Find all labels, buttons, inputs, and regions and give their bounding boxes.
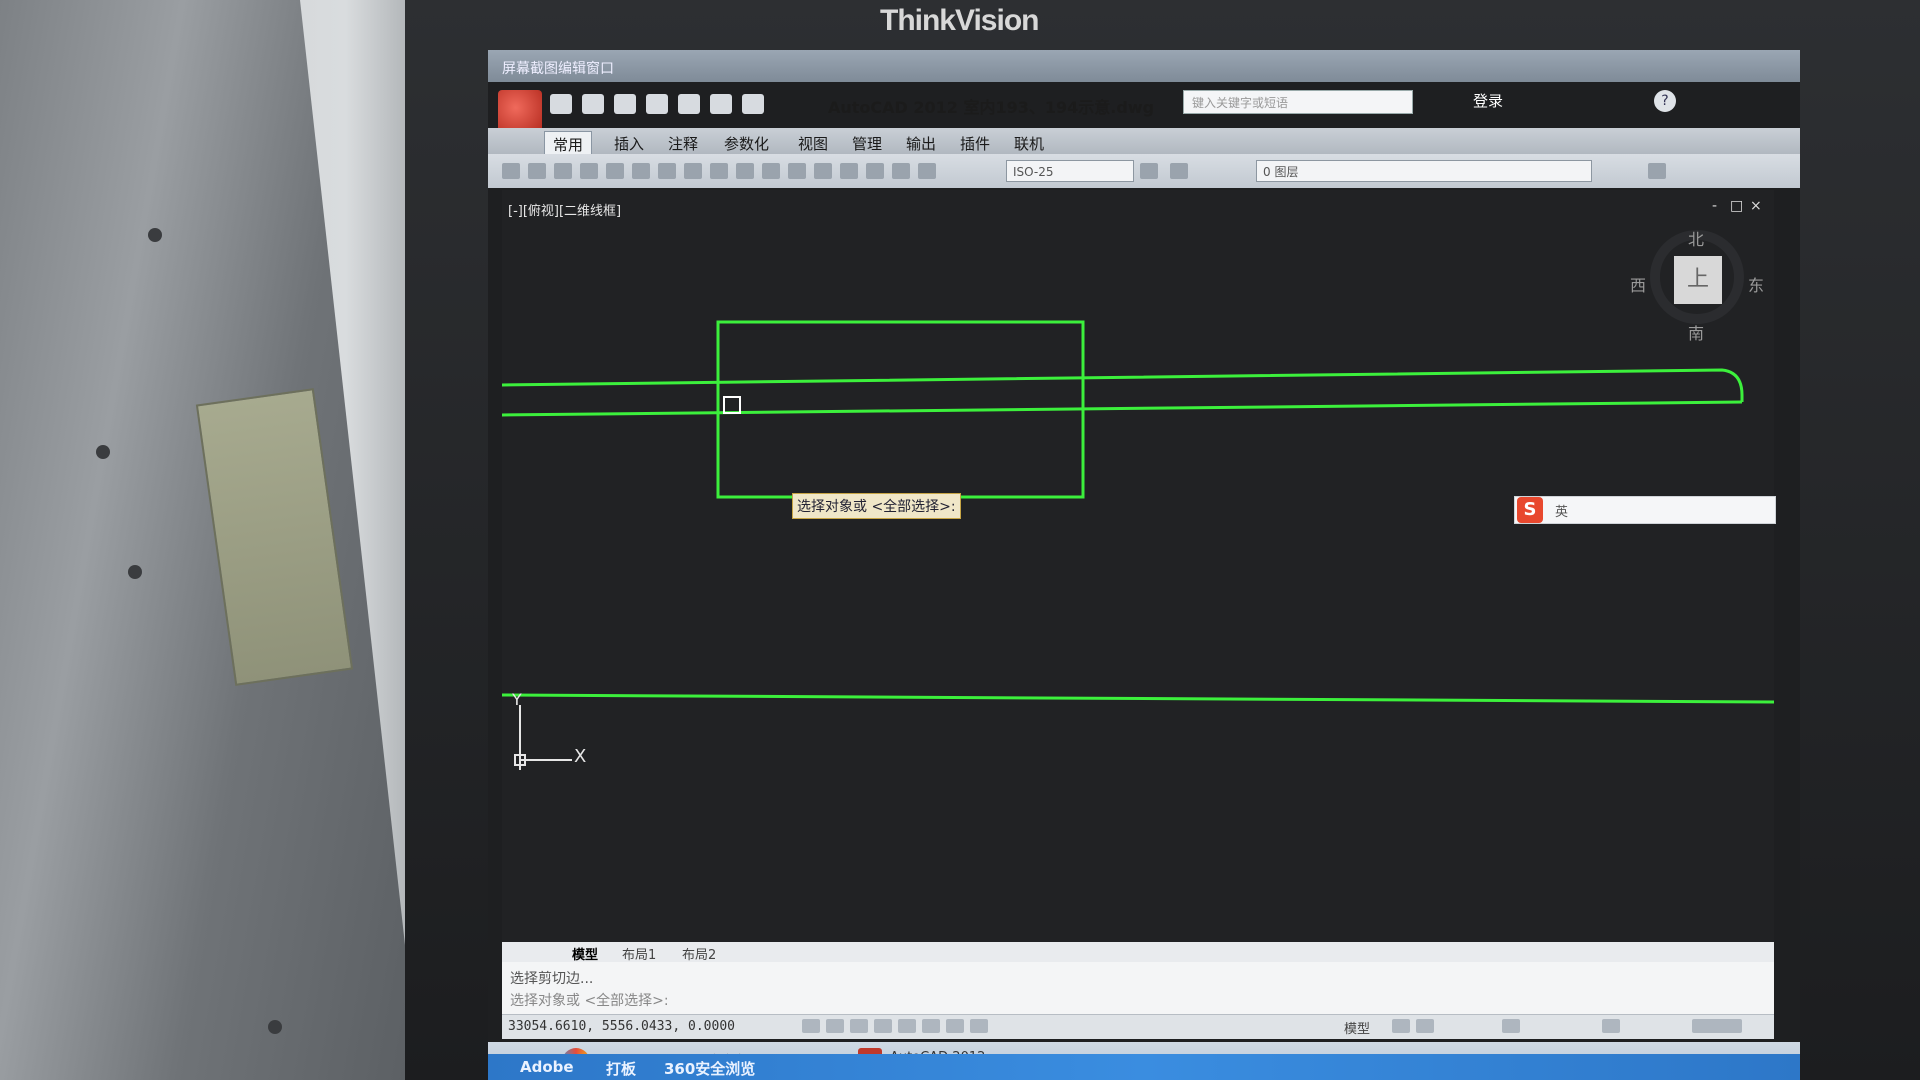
layout-tabs: 模型 布局1 布局2	[502, 942, 1774, 963]
drawing-geometry	[502, 320, 1774, 770]
ribbon-toolbar: ISO-25 0 图层	[488, 154, 1800, 188]
tab-parametric[interactable]: 参数化	[716, 131, 777, 156]
shortcut-360-browser[interactable]: 360安全浏览	[664, 1058, 755, 1079]
tab-layout1[interactable]: 布局1	[622, 944, 656, 963]
dimension-tool-icon[interactable]	[918, 163, 936, 179]
clean-screen-icon[interactable]	[1692, 1019, 1742, 1033]
screw	[96, 445, 110, 459]
undo-icon[interactable]	[710, 94, 732, 114]
array-tool-icon[interactable]	[840, 163, 858, 179]
text-tool-icon[interactable]	[892, 163, 910, 179]
screw	[148, 228, 162, 242]
floor-line	[502, 693, 1774, 704]
wall-line-bottom	[502, 400, 1743, 417]
scale-tool-icon[interactable]	[814, 163, 832, 179]
command-line[interactable]: 选择剪切边... 选择对象或 <全部选择>:	[502, 962, 1774, 1014]
tab-insert[interactable]: 插入	[606, 131, 652, 156]
polar-toggle-icon[interactable]	[874, 1019, 892, 1033]
drawing-canvas[interactable]: [-][俯视][二维线框] - □ × Y X 上 北 南 东 西 选择对象或 …	[502, 190, 1776, 942]
model-space-button[interactable]: 模型	[1344, 1018, 1370, 1037]
viewcube-south[interactable]: 南	[1688, 320, 1704, 344]
screw	[268, 1020, 282, 1034]
viewcube-east[interactable]: 东	[1748, 272, 1764, 296]
screen: 屏幕截图编辑窗口 AutoCAD 2012 室内193、194示意.dwg 键入…	[488, 50, 1800, 1080]
polyline-tool-icon[interactable]	[528, 163, 546, 179]
rotate-tool-icon[interactable]	[658, 163, 676, 179]
command-prompt[interactable]: 选择对象或 <全部选择>:	[510, 990, 669, 1010]
tab-annotate[interactable]: 注释	[660, 131, 706, 156]
viewcube-west[interactable]: 西	[1630, 272, 1646, 296]
tab-layout2[interactable]: 布局2	[682, 944, 716, 963]
viewcube-north[interactable]: 北	[1688, 226, 1704, 250]
monitor-brand: ThinkVision	[880, 4, 1039, 37]
mirror-tool-icon[interactable]	[736, 163, 754, 179]
tab-plugins[interactable]: 插件	[952, 131, 998, 156]
viewcube-top-face[interactable]: 上	[1674, 256, 1722, 304]
shortcut-adobe[interactable]: Adobe	[520, 1058, 574, 1076]
ortho-toggle-icon[interactable]	[850, 1019, 868, 1033]
fillet-tool-icon[interactable]	[762, 163, 780, 179]
annotation-scale-icon[interactable]	[1502, 1019, 1520, 1033]
dynamic-input-tooltip: 选择对象或 <全部选择>:	[792, 493, 961, 519]
shortcut-daban[interactable]: 打板	[606, 1058, 636, 1079]
search-input[interactable]: 键入关键字或短语	[1183, 90, 1413, 114]
rectangle-tool-icon[interactable]	[606, 163, 624, 179]
circle-tool-icon[interactable]	[580, 163, 598, 179]
workspace-switch-icon[interactable]	[1602, 1019, 1620, 1033]
quick-view-layouts-icon[interactable]	[1392, 1019, 1410, 1033]
help-icon[interactable]: ?	[1654, 90, 1676, 112]
copy-tool-icon[interactable]	[710, 163, 728, 179]
ucs-x-label: X	[574, 746, 587, 767]
save-icon[interactable]	[614, 94, 636, 114]
layer-state-icon[interactable]	[1648, 163, 1666, 179]
app-title: AutoCAD 2012 室内193、194示意.dwg	[828, 98, 1155, 117]
sogou-logo-icon[interactable]: S	[1517, 497, 1543, 523]
screw	[128, 565, 142, 579]
open-icon[interactable]	[582, 94, 604, 114]
window-titlebar: 屏幕截图编辑窗口	[488, 50, 1800, 82]
coordinate-readout: 33054.6610, 5556.0433, 0.0000	[508, 1019, 735, 1034]
desktop-shortcut-strip: Adobe 打板 360安全浏览	[488, 1054, 1800, 1080]
ime-mode[interactable]: 英	[1555, 501, 1568, 520]
window-title: 屏幕截图编辑窗口	[502, 61, 614, 77]
quick-access-toolbar	[550, 94, 764, 114]
offset-tool-icon[interactable]	[866, 163, 884, 179]
layer-properties-icon[interactable]	[1170, 163, 1188, 179]
move-tool-icon[interactable]	[632, 163, 650, 179]
tab-view[interactable]: 视图	[790, 131, 836, 156]
ime-toolbar[interactable]: S 英	[1514, 496, 1776, 524]
stretch-tool-icon[interactable]	[788, 163, 806, 179]
print-icon[interactable]	[678, 94, 700, 114]
trim-tool-icon[interactable]	[684, 163, 702, 179]
pickbox-cursor	[723, 396, 741, 414]
dyn-toggle-icon[interactable]	[946, 1019, 964, 1033]
tab-manage[interactable]: 管理	[844, 131, 890, 156]
lineweight-toggle-icon[interactable]	[970, 1019, 988, 1033]
otrack-toggle-icon[interactable]	[922, 1019, 940, 1033]
new-icon[interactable]	[550, 94, 572, 114]
arc-tool-icon[interactable]	[554, 163, 572, 179]
osnap-toggle-icon[interactable]	[898, 1019, 916, 1033]
command-history-line: 选择剪切边...	[510, 971, 594, 987]
grid-toggle-icon[interactable]	[826, 1019, 844, 1033]
ribbon-tabs: 常用 插入 注释 参数化 视图 管理 输出 插件 联机	[488, 128, 1800, 157]
tab-output[interactable]: 输出	[898, 131, 944, 156]
dimension-style-select[interactable]: ISO-25	[1006, 160, 1134, 182]
snap-toggle-icon[interactable]	[802, 1019, 820, 1033]
login-button[interactable]: 登录	[1473, 90, 1503, 111]
tab-model[interactable]: 模型	[572, 944, 598, 963]
layer-select[interactable]: 0 图层	[1256, 160, 1592, 182]
save-as-icon[interactable]	[646, 94, 668, 114]
ucs-icon	[514, 705, 572, 770]
quick-view-drawings-icon[interactable]	[1416, 1019, 1434, 1033]
tab-online[interactable]: 联机	[1006, 131, 1052, 156]
redo-icon[interactable]	[742, 94, 764, 114]
ucs-y-label: Y	[512, 690, 522, 709]
wall-line-top	[502, 368, 1744, 402]
match-properties-icon[interactable]	[1140, 163, 1158, 179]
status-bar: 33054.6610, 5556.0433, 0.0000 模型	[502, 1014, 1774, 1039]
line-tool-icon[interactable]	[502, 163, 520, 179]
